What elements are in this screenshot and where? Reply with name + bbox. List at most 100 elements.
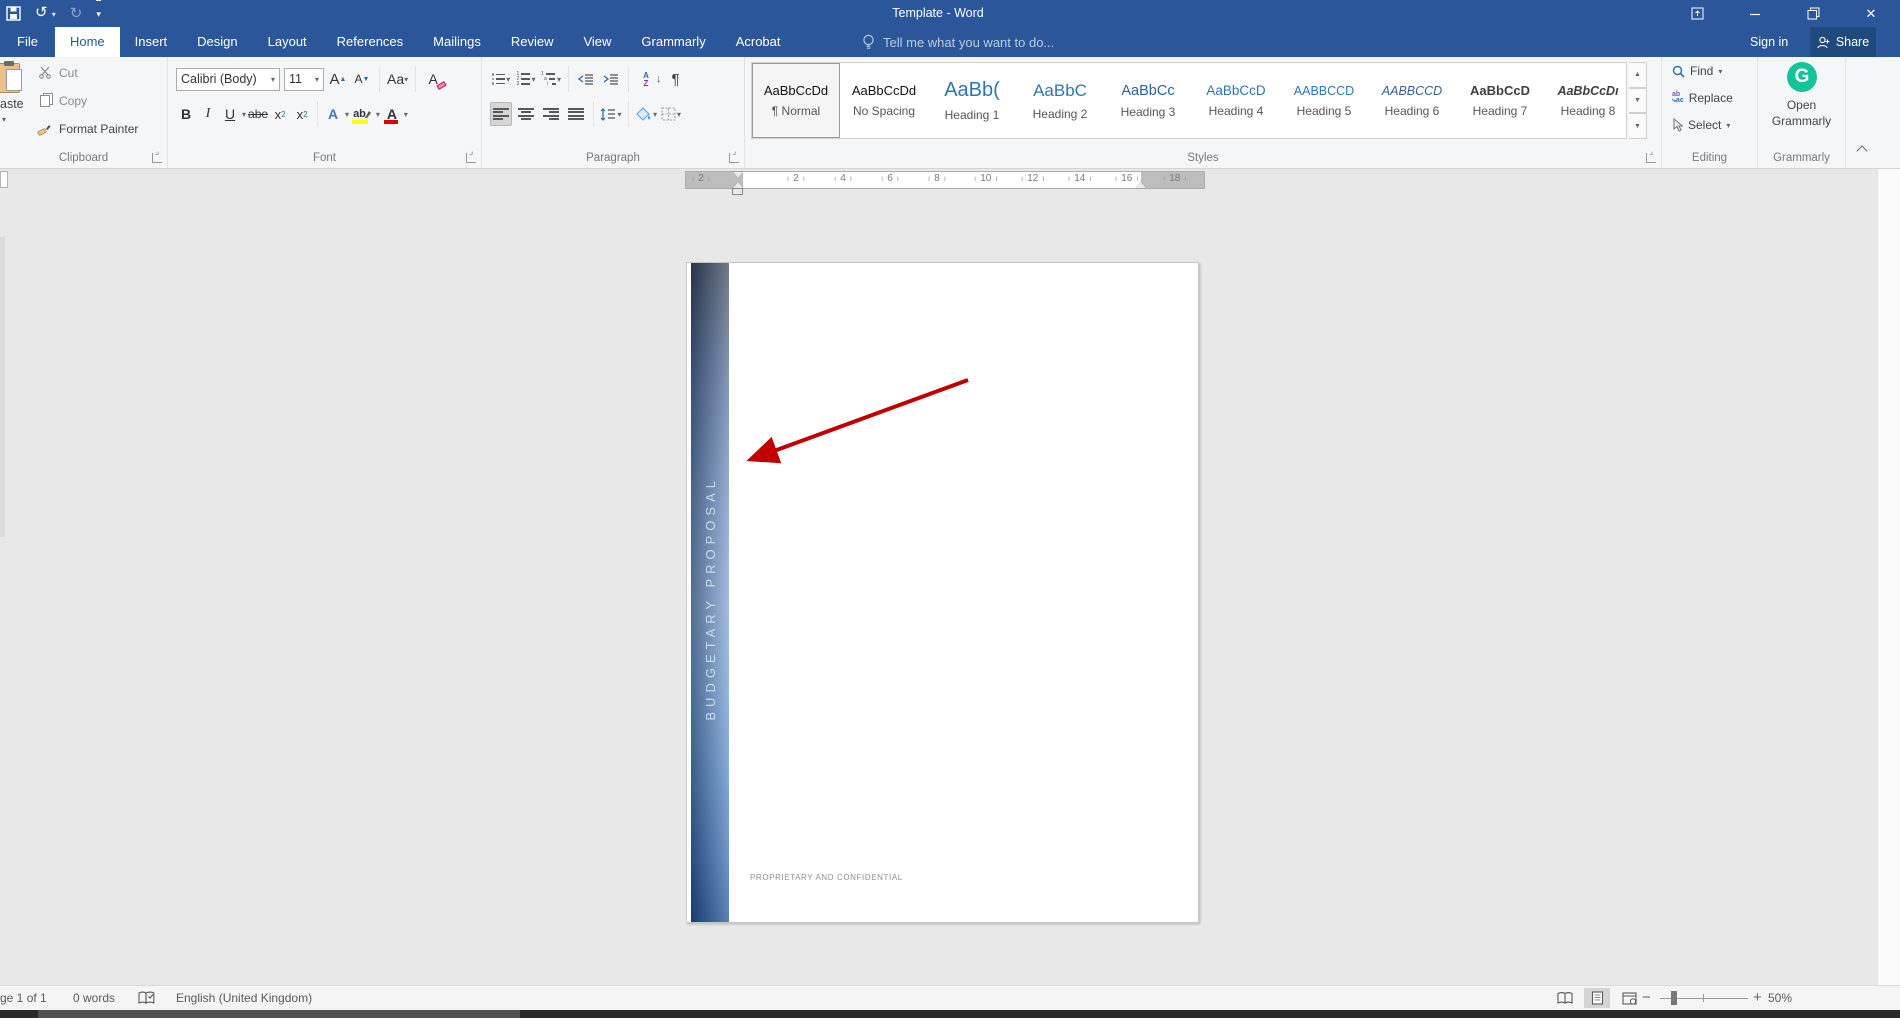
close-icon[interactable]: ✕ bbox=[1842, 0, 1900, 27]
horizontal-ruler[interactable]: 2 2 4 6 8 10 12 14 16 18 bbox=[685, 171, 1205, 189]
clipboard-dialog-launcher-icon[interactable] bbox=[152, 153, 162, 163]
vertical-scrollbar[interactable] bbox=[1877, 169, 1900, 985]
collapse-ribbon-icon[interactable] bbox=[1856, 145, 1870, 154]
highlight-button[interactable]: ab bbox=[351, 102, 374, 126]
zoom-level[interactable]: 50% bbox=[1768, 986, 1792, 1010]
web-layout-icon[interactable] bbox=[1616, 988, 1642, 1008]
strikethrough-button[interactable]: abe bbox=[248, 102, 268, 126]
increase-indent-button[interactable] bbox=[600, 67, 622, 91]
styles-dialog-launcher-icon[interactable] bbox=[1646, 153, 1656, 163]
restore-icon[interactable] bbox=[1784, 0, 1842, 27]
tab-insert[interactable]: Insert bbox=[120, 27, 183, 57]
select-button[interactable]: Select ▾ bbox=[1672, 118, 1730, 132]
ribbon-display-options-icon[interactable] bbox=[1668, 0, 1726, 27]
font-color-button[interactable]: A bbox=[382, 102, 402, 126]
right-indent-marker[interactable] bbox=[1136, 182, 1146, 188]
find-caret-icon[interactable]: ▾ bbox=[1718, 67, 1722, 76]
cut-button[interactable]: Cut bbox=[36, 65, 78, 80]
style-heading-7[interactable]: AaBbCcD Heading 7 bbox=[1456, 63, 1544, 138]
tab-review[interactable]: Review bbox=[496, 27, 569, 57]
page-indicator[interactable]: ge 1 of 1 bbox=[0, 986, 47, 1010]
clear-formatting-button[interactable]: A bbox=[423, 67, 443, 91]
paragraph-dialog-launcher-icon[interactable] bbox=[729, 153, 739, 163]
multilevel-list-button[interactable]: 1 a i ▾ bbox=[540, 67, 562, 91]
save-icon[interactable] bbox=[6, 6, 21, 21]
show-formatting-button[interactable]: ¶ bbox=[665, 67, 687, 91]
style-heading-6[interactable]: AABBCCD Heading 6 bbox=[1368, 63, 1456, 138]
style-heading-5[interactable]: AABBCCD Heading 5 bbox=[1280, 63, 1368, 138]
undo-caret-icon[interactable]: ▾ bbox=[52, 10, 56, 19]
change-case-button[interactable]: Aa▾ bbox=[387, 67, 408, 91]
tab-grammarly[interactable]: Grammarly bbox=[626, 27, 720, 57]
paste-caret-icon[interactable]: ▾ bbox=[2, 115, 6, 124]
tab-home[interactable]: Home bbox=[55, 27, 120, 57]
word-count[interactable]: 0 words bbox=[73, 986, 115, 1010]
tab-file[interactable]: File bbox=[0, 27, 55, 57]
font-size-select[interactable]: 11▾ bbox=[284, 68, 324, 91]
document-page[interactable]: BUDGETARY PROPOSAL PROPRIETARY AND CONFI… bbox=[686, 262, 1199, 923]
customize-qat-icon[interactable]: ▾ bbox=[96, 0, 101, 27]
borders-button[interactable]: ▾ bbox=[660, 102, 682, 126]
replace-button[interactable]: ab⤷ac Replace bbox=[1672, 91, 1733, 105]
font-name-select[interactable]: Calibri (Body)▾ bbox=[176, 68, 280, 91]
styles-scroll-up-icon[interactable]: ▲ bbox=[1629, 62, 1647, 88]
underline-caret-icon[interactable]: ▾ bbox=[242, 110, 246, 119]
tab-design[interactable]: Design bbox=[182, 27, 252, 57]
subscript-button[interactable]: x2 bbox=[270, 102, 290, 126]
tab-mailings[interactable]: Mailings bbox=[418, 27, 496, 57]
align-center-button[interactable] bbox=[515, 102, 537, 126]
tell-me-box[interactable]: Tell me what you want to do... bbox=[862, 27, 1054, 57]
font-color-caret-icon[interactable]: ▾ bbox=[404, 110, 408, 119]
bullets-button[interactable]: ▾ bbox=[490, 67, 512, 91]
zoom-in-button[interactable]: + bbox=[1753, 986, 1762, 1010]
grow-font-button[interactable]: A▲ bbox=[328, 67, 348, 91]
highlight-caret-icon[interactable]: ▾ bbox=[376, 110, 380, 119]
zoom-out-button[interactable]: − bbox=[1642, 986, 1651, 1010]
decrease-indent-button[interactable] bbox=[575, 67, 597, 91]
tab-references[interactable]: References bbox=[322, 27, 418, 57]
style-heading-8[interactable]: AaBbCcDı Heading 8 bbox=[1544, 63, 1627, 138]
zoom-slider-thumb[interactable] bbox=[1671, 991, 1677, 1005]
left-indent-marker[interactable] bbox=[732, 188, 743, 195]
font-dialog-launcher-icon[interactable] bbox=[466, 153, 476, 163]
shading-button[interactable]: ▾ bbox=[635, 102, 657, 126]
open-grammarly-button[interactable]: Open Grammarly bbox=[1758, 97, 1845, 129]
first-line-indent-marker[interactable] bbox=[733, 172, 743, 178]
paste-icon[interactable] bbox=[0, 61, 24, 95]
grammarly-logo-icon[interactable]: G bbox=[1787, 62, 1817, 92]
style-heading-1[interactable]: AaBb( Heading 1 bbox=[928, 63, 1016, 138]
tab-layout[interactable]: Layout bbox=[253, 27, 322, 57]
sign-in-link[interactable]: Sign in bbox=[1750, 27, 1788, 57]
text-effects-button[interactable]: A bbox=[323, 102, 343, 126]
style-heading-3[interactable]: AaBbCc Heading 3 bbox=[1104, 63, 1192, 138]
format-painter-button[interactable]: Format Painter bbox=[36, 121, 138, 136]
align-right-button[interactable] bbox=[540, 102, 562, 126]
justify-button[interactable] bbox=[565, 102, 587, 126]
copy-button[interactable]: Copy bbox=[36, 93, 87, 108]
text-effects-caret-icon[interactable]: ▾ bbox=[345, 110, 349, 119]
style-no-spacing[interactable]: AaBbCcDd No Spacing bbox=[840, 63, 928, 138]
style-heading-4[interactable]: AaBbCcD Heading 4 bbox=[1192, 63, 1280, 138]
document-canvas[interactable]: BUDGETARY PROPOSAL PROPRIETARY AND CONFI… bbox=[0, 169, 1900, 985]
minimize-icon[interactable] bbox=[1726, 0, 1784, 27]
superscript-button[interactable]: x2 bbox=[292, 102, 312, 126]
tab-view[interactable]: View bbox=[568, 27, 626, 57]
line-spacing-button[interactable]: ▾ bbox=[600, 102, 622, 126]
italic-button[interactable]: I bbox=[198, 102, 218, 126]
tab-acrobat[interactable]: Acrobat bbox=[721, 27, 796, 57]
sort-button[interactable]: A Z bbox=[635, 67, 657, 91]
read-mode-icon[interactable] bbox=[1552, 988, 1578, 1008]
align-left-button[interactable] bbox=[490, 102, 512, 126]
find-button[interactable]: Find ▾ bbox=[1672, 64, 1722, 78]
paste-button[interactable]: aste bbox=[0, 97, 24, 111]
language-indicator[interactable]: English (United Kingdom) bbox=[176, 986, 312, 1010]
proofing-icon[interactable] bbox=[138, 991, 155, 1005]
share-button[interactable]: Share bbox=[1810, 27, 1876, 57]
styles-scroll-down-icon[interactable]: ▼ bbox=[1629, 88, 1647, 114]
bold-button[interactable]: B bbox=[176, 102, 196, 126]
underline-button[interactable]: U bbox=[220, 102, 240, 126]
style-heading-2[interactable]: AaBbC Heading 2 bbox=[1016, 63, 1104, 138]
select-caret-icon[interactable]: ▾ bbox=[1726, 121, 1730, 130]
style-normal[interactable]: AaBbCcDd ¶ Normal bbox=[752, 63, 840, 138]
styles-more-icon[interactable]: ▼ bbox=[1629, 113, 1647, 139]
